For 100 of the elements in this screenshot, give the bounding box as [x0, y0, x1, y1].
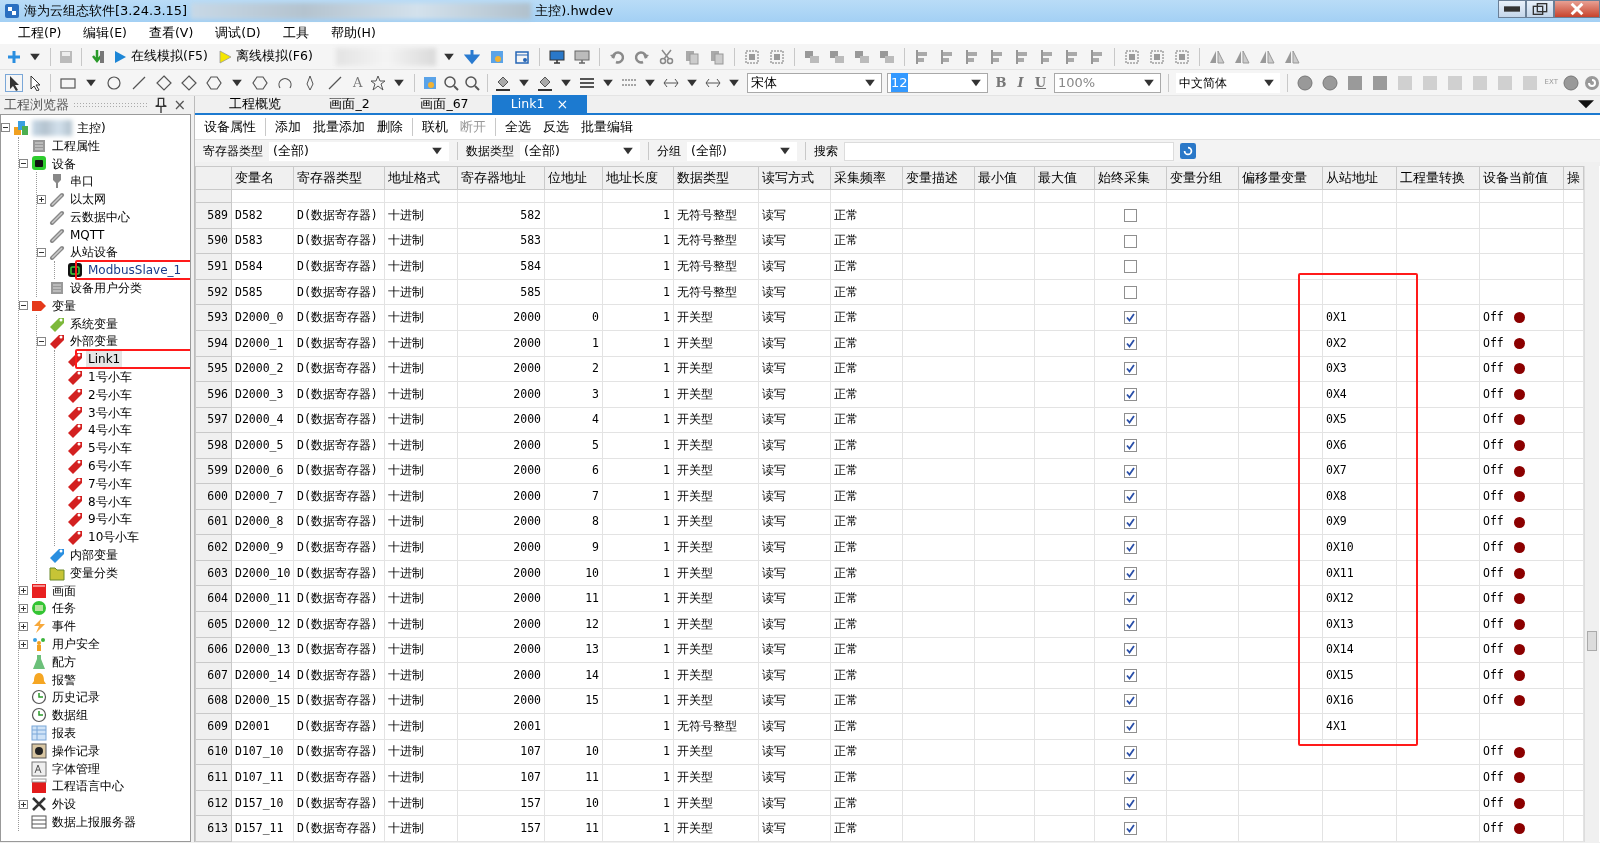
- checkbox[interactable]: [1124, 592, 1137, 606]
- font-select[interactable]: 宋体: [747, 72, 883, 93]
- checkbox[interactable]: [1124, 336, 1137, 350]
- line-icon[interactable]: [130, 74, 147, 91]
- menu-item[interactable]: 编辑(E): [83, 23, 127, 43]
- calendar-icon[interactable]: [513, 48, 530, 65]
- align-icon[interactable]: [1063, 48, 1080, 65]
- column-header[interactable]: 变量名: [231, 166, 294, 190]
- star-icon[interactable]: [370, 74, 387, 91]
- checkbox[interactable]: [1124, 617, 1137, 631]
- collapse-icon[interactable]: [37, 247, 46, 257]
- redo-icon[interactable]: [633, 48, 650, 65]
- checkbox[interactable]: [1124, 694, 1137, 708]
- tree-item[interactable]: 设备用户分类: [68, 279, 144, 298]
- tree-item[interactable]: 9号小车: [86, 510, 134, 529]
- pointer-icon[interactable]: [6, 74, 22, 91]
- action-button[interactable]: 反选: [538, 117, 574, 137]
- checkbox[interactable]: [1124, 643, 1137, 657]
- column-header[interactable]: 变量分组: [1166, 166, 1239, 190]
- expand-icon[interactable]: [19, 603, 28, 613]
- filter-select[interactable]: (全部): [269, 141, 449, 161]
- tree-item[interactable]: 内部变量: [68, 546, 120, 565]
- tree-item[interactable]: MQTT: [68, 225, 107, 244]
- tree-item[interactable]: 主控): [75, 118, 108, 137]
- tree-item[interactable]: 报表: [50, 724, 78, 742]
- checkbox[interactable]: [1124, 541, 1137, 555]
- align-icon[interactable]: [988, 48, 1005, 65]
- tree-item[interactable]: 配方: [50, 652, 78, 671]
- column-header[interactable]: 变量描述: [902, 166, 975, 190]
- checkbox[interactable]: [1124, 771, 1137, 785]
- tree-item[interactable]: 6号小车: [86, 457, 134, 476]
- checkbox[interactable]: [1124, 796, 1137, 810]
- tree-item[interactable]: 工程属性: [50, 136, 102, 155]
- align-icon[interactable]: [1038, 48, 1055, 65]
- language-select[interactable]: 中文简体: [1175, 72, 1280, 93]
- column-header[interactable]: 操: [1563, 166, 1584, 190]
- simulate-button[interactable]: 离线模拟(F6): [214, 47, 315, 66]
- tab[interactable]: 画面_67: [397, 95, 492, 113]
- column-header[interactable]: 设备当前值: [1479, 166, 1564, 190]
- tree-item[interactable]: 任务: [50, 599, 78, 618]
- checkbox[interactable]: [1124, 413, 1137, 427]
- checkbox[interactable]: [1124, 285, 1137, 299]
- column-header[interactable]: 始终采集: [1094, 166, 1167, 190]
- bold-button[interactable]: B: [992, 72, 1010, 93]
- line-icon[interactable]: [326, 74, 343, 91]
- checkbox[interactable]: [1124, 260, 1137, 274]
- action-button[interactable]: 设备属性: [199, 117, 261, 137]
- download-icon[interactable]: [463, 48, 480, 65]
- align-icon[interactable]: [1013, 48, 1030, 65]
- column-header[interactable]: 采集频率: [830, 166, 903, 190]
- menu-item[interactable]: 查看(V): [148, 23, 194, 43]
- menu-item[interactable]: 工具: [282, 23, 309, 43]
- layer-icon[interactable]: [853, 48, 870, 65]
- menu-item[interactable]: 调试(D): [215, 23, 261, 43]
- scrollbar-thumb[interactable]: [1587, 631, 1597, 651]
- tree-item[interactable]: 云数据中心: [68, 207, 132, 226]
- flip-icon[interactable]: [1283, 48, 1300, 65]
- tree-item[interactable]: 变量: [50, 296, 78, 315]
- flip-icon[interactable]: [1258, 48, 1275, 65]
- expand-icon[interactable]: [19, 639, 28, 649]
- checkbox[interactable]: [1124, 745, 1137, 759]
- zoom-out-icon[interactable]: [464, 74, 481, 91]
- tree-item[interactable]: 用户安全: [50, 635, 102, 653]
- tab[interactable]: Link1 ×: [492, 95, 587, 113]
- tree-item[interactable]: 从站设备: [68, 243, 120, 262]
- layer-icon[interactable]: [878, 48, 895, 65]
- download-icon[interactable]: [89, 48, 105, 65]
- column-header[interactable]: 最大值: [1034, 166, 1095, 190]
- column-header[interactable]: 地址格式: [384, 166, 458, 190]
- panel-close-button[interactable]: ×: [173, 93, 186, 117]
- tab-close-button[interactable]: ×: [556, 93, 569, 115]
- tree-item[interactable]: 工程语言中心: [50, 777, 126, 796]
- layer-icon[interactable]: [828, 48, 845, 65]
- action-button[interactable]: 批量编辑: [576, 117, 638, 137]
- checkbox[interactable]: [1124, 209, 1137, 223]
- polygon-icon[interactable]: [251, 74, 268, 91]
- refresh-icon[interactable]: [1584, 74, 1600, 91]
- square-icon[interactable]: [1346, 74, 1363, 91]
- checkbox[interactable]: [1124, 362, 1137, 376]
- resize-icon[interactable]: [1148, 48, 1165, 65]
- align-icon[interactable]: [963, 48, 980, 65]
- tree-item[interactable]: 2号小车: [86, 385, 134, 404]
- monitor-icon[interactable]: [548, 48, 565, 65]
- expand-icon[interactable]: [19, 586, 28, 596]
- expand-icon[interactable]: [19, 621, 28, 631]
- tree-item[interactable]: 变量分类: [68, 563, 120, 582]
- tab[interactable]: 画面_2: [302, 95, 397, 113]
- checkbox[interactable]: [1124, 464, 1137, 478]
- tree-item[interactable]: 以太网: [68, 190, 108, 209]
- align-icon[interactable]: [913, 48, 930, 65]
- column-header[interactable]: 从站地址: [1322, 166, 1397, 190]
- collapse-icon[interactable]: [19, 301, 28, 311]
- tree-item[interactable]: 外部变量: [68, 332, 120, 351]
- layer-icon[interactable]: [803, 48, 820, 65]
- checkbox[interactable]: [1124, 387, 1137, 401]
- tree-item[interactable]: 4号小车: [86, 421, 134, 440]
- tree-item[interactable]: 设备: [50, 154, 78, 173]
- checkbox[interactable]: [1124, 490, 1137, 504]
- tab[interactable]: 工程概览: [207, 95, 302, 113]
- underline-button[interactable]: U: [1031, 72, 1049, 93]
